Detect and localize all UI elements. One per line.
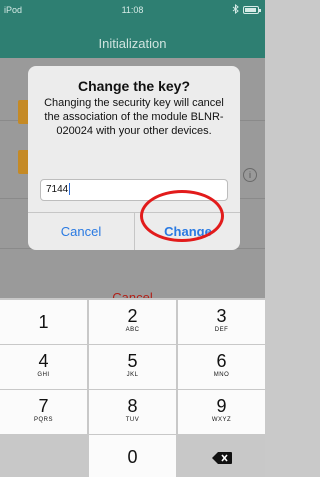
key-6[interactable]: 6 MNO <box>178 345 265 389</box>
key-digit: 5 <box>127 351 138 371</box>
page-title: Initialization <box>98 36 167 51</box>
empty-key <box>0 435 87 477</box>
numeric-keypad: 1 2 ABC 3 DEF 4 GHI 5 JKL 6 MNO 7 PQRS 8 TUV 9W… <box>0 298 265 477</box>
key-digit: 9 <box>216 396 227 416</box>
battery-icon <box>243 6 261 14</box>
key-letters: MNO <box>213 372 230 378</box>
key-9[interactable]: 9 WXYZ <box>178 390 265 434</box>
status-bar: iPod 11:08 <box>0 2 265 18</box>
key-letters: DEF <box>214 327 229 333</box>
key-digit: 4 <box>38 351 49 371</box>
key-4[interactable]: 4 GHI <box>0 345 87 389</box>
backspace-icon <box>212 451 232 464</box>
key-letters: GHI <box>37 372 50 378</box>
key-digit: 0 <box>127 447 138 467</box>
dialog-title: Change the key? <box>77 78 191 94</box>
key-letters: WXYZ <box>211 417 232 423</box>
key-input-value: 7144 <box>46 184 69 195</box>
key-letters: ABC <box>125 327 140 333</box>
key-digit: 7 <box>38 396 49 416</box>
bluetooth-icon <box>232 3 239 16</box>
key-digit: 2 <box>127 306 138 326</box>
text-caret <box>69 183 71 196</box>
info-icon: i <box>243 168 257 182</box>
key-2[interactable]: 2 ABC <box>89 300 176 344</box>
highlight-circle <box>140 190 224 242</box>
key-8[interactable]: 8 TUV <box>89 390 176 434</box>
dialog-message: Changing the security key will cancel th… <box>44 97 224 137</box>
top-bar: iPod 11:08 Initialization <box>0 0 265 58</box>
key-3[interactable]: 3 DEF <box>178 300 265 344</box>
key-letters: TUV <box>125 417 140 423</box>
key-digit: 8 <box>127 396 138 416</box>
key-1[interactable]: 1 <box>0 300 87 344</box>
key-letters: PQRS <box>33 417 53 423</box>
status-time: 11:08 <box>121 5 144 15</box>
delete-key[interactable] <box>178 435 265 477</box>
key-digit: 6 <box>216 351 227 371</box>
key-digit: 1 <box>38 312 49 332</box>
key-digit: 3 <box>216 306 227 326</box>
key-5[interactable]: 5 JKL <box>89 345 176 389</box>
key-letters: JKL <box>126 372 139 378</box>
key-0[interactable]: 0 <box>89 435 176 477</box>
status-icons <box>232 3 261 16</box>
key-7[interactable]: 7 PQRS <box>0 390 87 434</box>
cancel-button[interactable]: Cancel <box>28 213 134 250</box>
